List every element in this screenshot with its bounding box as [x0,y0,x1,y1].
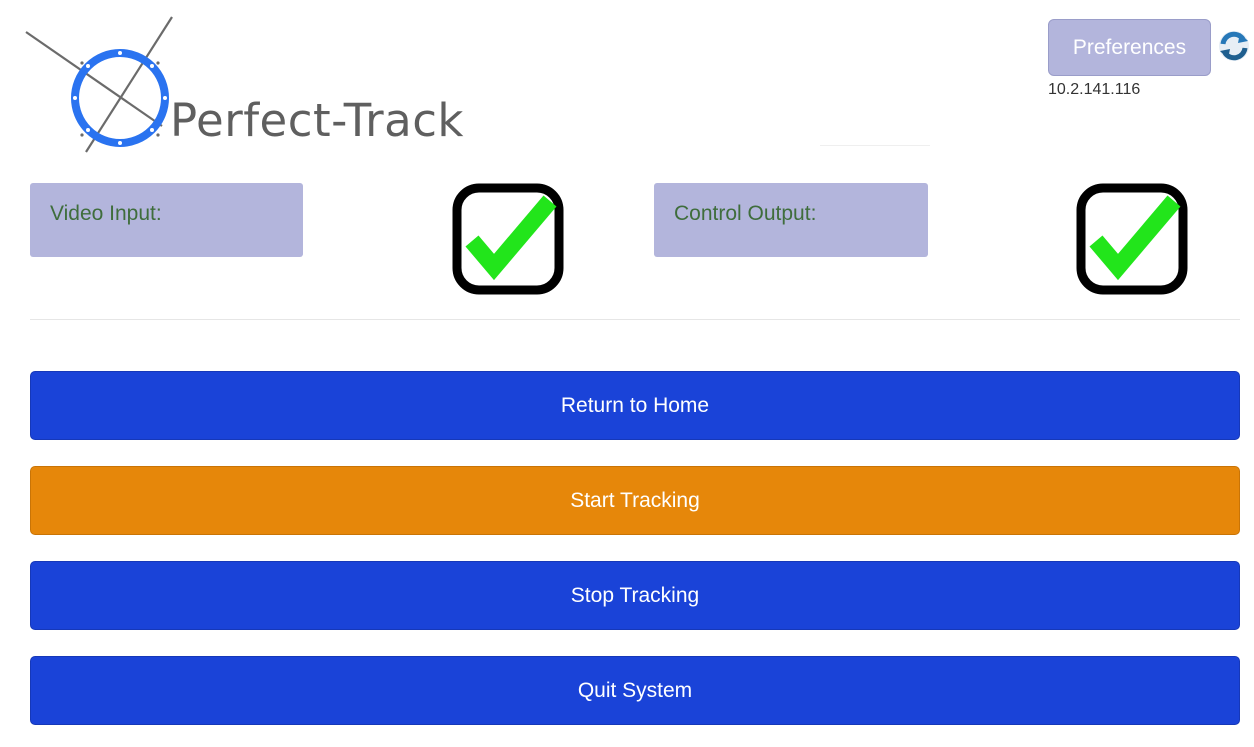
app-title: Perfect-Track [170,94,464,147]
app-logo: Perfect-Track [20,14,490,159]
perfect-track-app: Perfect-Track Preferences 10.2.141.116 V… [0,0,1254,747]
start-tracking-button[interactable]: Start Tracking [30,466,1240,535]
stop-tracking-button[interactable]: Stop Tracking [30,561,1240,630]
preferences-button[interactable]: Preferences [1048,19,1211,76]
control-output-checkmark-icon [1076,183,1188,295]
video-input-label: Video Input: [50,202,162,225]
return-home-button[interactable]: Return to Home [30,371,1240,440]
ip-address: 10.2.141.116 [1048,81,1141,98]
video-input-checkmark-icon [452,183,564,295]
section-divider [30,319,1240,320]
quit-system-button[interactable]: Quit System [30,656,1240,725]
control-output-label: Control Output: [674,202,817,225]
header-separator [820,145,930,146]
control-output-status: Control Output: [654,183,928,257]
video-input-status: Video Input: [30,183,303,257]
crosshair-target-icon [25,16,173,153]
refresh-icon[interactable] [1217,29,1251,63]
